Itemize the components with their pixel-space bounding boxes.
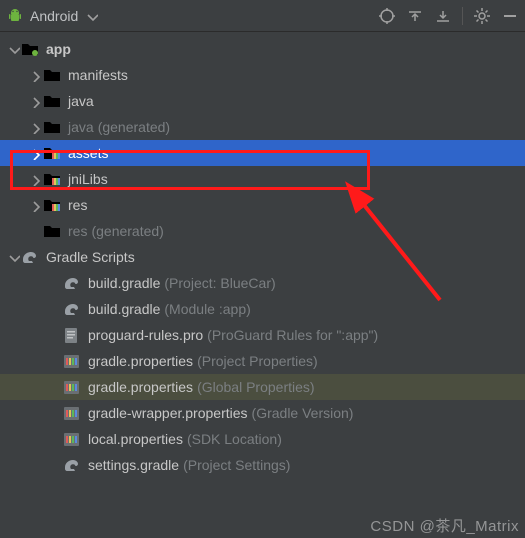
select-opened-file-icon[interactable] <box>378 7 396 25</box>
folder-icon <box>42 222 62 240</box>
gradle-file-icon <box>62 274 82 292</box>
tree-node-res-generated[interactable]: res (generated) <box>0 218 525 244</box>
tree-node-file[interactable]: gradle.properties(Project Properties) <box>0 348 525 374</box>
tree-node-file[interactable]: build.gradle(Project: BlueCar) <box>0 270 525 296</box>
tree-node-manifests[interactable]: manifests <box>0 62 525 88</box>
view-mode-label[interactable]: Android <box>30 8 78 24</box>
tree-node-label: res <box>68 197 87 213</box>
chevron-right-icon[interactable] <box>28 68 42 82</box>
chevron-right-icon[interactable] <box>28 94 42 108</box>
chevron-down-icon[interactable] <box>6 250 20 264</box>
tree-node-label: proguard-rules.pro <box>88 327 203 343</box>
tree-node-label: local.properties <box>88 431 183 447</box>
tree-node-hint: (Project Settings) <box>183 457 290 473</box>
tree-node-hint: (Gradle Version) <box>252 405 354 421</box>
tree-node-jnilibs[interactable]: jniLibs <box>0 166 525 192</box>
gear-icon[interactable] <box>473 7 491 25</box>
view-mode-dropdown-icon[interactable] <box>84 9 98 23</box>
tree-node-label: manifests <box>68 67 128 83</box>
chevron-right-icon[interactable] <box>28 120 42 134</box>
gradle-icon <box>20 248 40 266</box>
props-file-icon <box>62 352 82 370</box>
tree-node-app[interactable]: app <box>0 36 525 62</box>
folder-icon <box>42 92 62 110</box>
expand-all-icon[interactable] <box>406 7 424 25</box>
gradle-file-icon <box>62 300 82 318</box>
tree-node-java-generated[interactable]: java (generated) <box>0 114 525 140</box>
tree-node-hint: (Global Properties) <box>197 379 315 395</box>
resources-folder-icon <box>42 196 62 214</box>
chevron-right-icon[interactable] <box>28 198 42 212</box>
collapse-all-icon[interactable] <box>434 7 452 25</box>
resources-folder-icon <box>42 170 62 188</box>
tree-node-label: assets <box>68 145 108 161</box>
tree-node-file[interactable]: proguard-rules.pro(ProGuard Rules for ":… <box>0 322 525 348</box>
tree-node-label: java <box>68 93 94 109</box>
tree-node-file[interactable]: gradle.properties(Global Properties) <box>0 374 525 400</box>
tree-node-res[interactable]: res <box>0 192 525 218</box>
resources-folder-icon <box>42 144 62 162</box>
tree-node-label: app <box>46 41 71 57</box>
watermark: CSDN @茶凡_Matrix <box>370 515 519 536</box>
tree-node-file[interactable]: local.properties(SDK Location) <box>0 426 525 452</box>
tree-node-hint: (Project: BlueCar) <box>164 275 275 291</box>
props-file-icon <box>62 378 82 396</box>
tree-node-label: res <box>68 223 87 239</box>
tree-node-hint: (generated) <box>91 223 163 239</box>
folder-icon <box>42 118 62 136</box>
tree-node-label: gradle.properties <box>88 379 193 395</box>
tree-node-file[interactable]: gradle-wrapper.properties(Gradle Version… <box>0 400 525 426</box>
tree-node-label: build.gradle <box>88 275 160 291</box>
tree-node-hint: (Module :app) <box>164 301 250 317</box>
tree-node-label: gradle-wrapper.properties <box>88 405 248 421</box>
chevron-right-icon[interactable] <box>28 146 42 160</box>
props-file-icon <box>62 430 82 448</box>
tree-node-assets[interactable]: assets <box>0 140 525 166</box>
project-tree: app manifests java java (generated) asse… <box>0 32 525 478</box>
tree-node-file[interactable]: settings.gradle(Project Settings) <box>0 452 525 478</box>
tree-node-label: settings.gradle <box>88 457 179 473</box>
tree-node-label: build.gradle <box>88 301 160 317</box>
props-file-icon <box>62 404 82 422</box>
tree-node-hint: (generated) <box>98 119 170 135</box>
project-tool-header: Android <box>0 0 525 32</box>
android-icon <box>6 7 24 25</box>
tree-node-file[interactable]: build.gradle(Module :app) <box>0 296 525 322</box>
tree-node-hint: (SDK Location) <box>187 431 282 447</box>
chevron-down-icon[interactable] <box>6 42 20 56</box>
tree-node-hint: (Project Properties) <box>197 353 318 369</box>
separator <box>462 7 463 25</box>
tree-node-label: Gradle Scripts <box>46 249 135 265</box>
tree-node-gradle-scripts[interactable]: Gradle Scripts <box>0 244 525 270</box>
tree-node-hint: (ProGuard Rules for ":app") <box>207 327 378 343</box>
tree-node-label: gradle.properties <box>88 353 193 369</box>
module-folder-icon <box>20 40 40 58</box>
tree-node-label: java <box>68 119 94 135</box>
text-file-icon <box>62 326 82 344</box>
minimize-icon[interactable] <box>501 7 519 25</box>
tree-node-java[interactable]: java <box>0 88 525 114</box>
tree-node-label: jniLibs <box>68 171 108 187</box>
gradle-file-icon <box>62 456 82 474</box>
folder-icon <box>42 66 62 84</box>
chevron-right-icon[interactable] <box>28 172 42 186</box>
